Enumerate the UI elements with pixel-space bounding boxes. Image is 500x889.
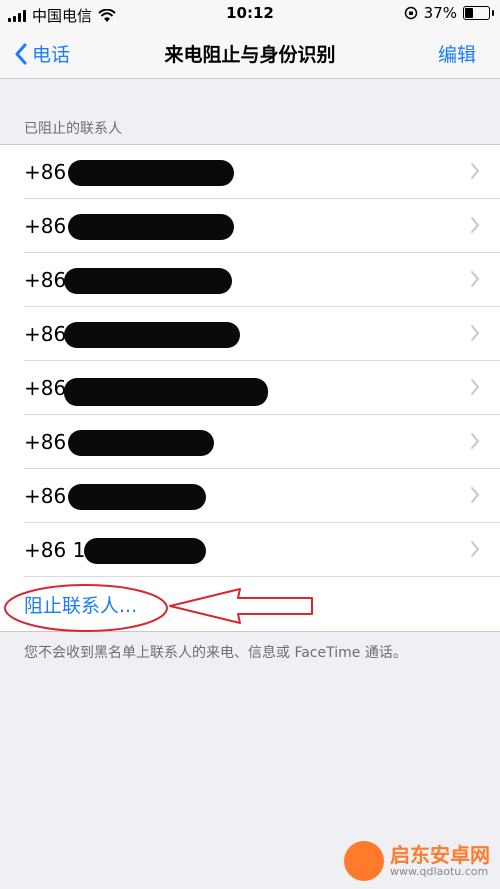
watermark-logo-icon <box>344 841 384 881</box>
chevron-right-icon <box>471 541 480 557</box>
redaction-mark <box>64 378 268 406</box>
watermark-url: www.qdlaotu.com <box>390 864 489 878</box>
chevron-right-icon <box>471 487 480 503</box>
redaction-mark <box>68 214 234 240</box>
chevron-right-icon <box>471 271 480 287</box>
contact-number: +86 <box>24 159 67 184</box>
chevron-right-icon <box>471 433 480 449</box>
blocked-contact-row[interactable]: +86 <box>24 145 500 199</box>
annotation-circle <box>4 584 168 632</box>
footer-note: 您不会收到黑名单上联系人的来电、信息或 FaceTime 通话。 <box>24 645 407 661</box>
contact-number: +86 <box>24 429 67 454</box>
blocked-contact-row[interactable]: +86 <box>24 361 500 415</box>
blocked-contact-row[interactable]: +86 <box>24 469 500 523</box>
blocked-contact-row[interactable]: +86 <box>24 415 500 469</box>
battery-icon <box>463 6 494 20</box>
edit-button[interactable]: 编辑 <box>438 40 476 67</box>
orientation-lock-icon <box>404 6 417 20</box>
battery-percentage: 37% <box>423 4 457 22</box>
blocked-contacts-list: +86 +86 +86 +86 +86 +86 +86 +86 1 阻止联系人. <box>0 144 500 632</box>
blocked-contact-row[interactable]: +86 <box>24 199 500 253</box>
redaction-mark <box>68 160 234 186</box>
contact-number: +86 <box>24 375 67 400</box>
blocked-contact-row[interactable]: +86 <box>24 253 500 307</box>
contact-number: +86 1 <box>24 537 86 562</box>
contact-number: +86 <box>24 321 67 346</box>
redaction-mark <box>68 484 206 510</box>
status-bar: 中国电信 10:12 37% <box>0 0 500 28</box>
contact-number: +86 <box>24 213 67 238</box>
navigation-bar: 电话 来电阻止与身份识别 编辑 <box>0 28 500 79</box>
chevron-right-icon <box>471 217 480 233</box>
blocked-contact-row[interactable]: +86 <box>24 307 500 361</box>
redaction-mark <box>64 268 232 294</box>
redaction-mark <box>84 538 206 564</box>
blocked-contact-row[interactable]: +86 1 <box>24 523 500 577</box>
contact-number: +86 <box>24 267 67 292</box>
chevron-right-icon <box>471 325 480 341</box>
redaction-mark <box>68 430 214 456</box>
contact-number: +86 <box>24 483 67 508</box>
chevron-right-icon <box>471 163 480 179</box>
section-header: 已阻止的联系人 <box>24 121 122 137</box>
chevron-right-icon <box>471 379 480 395</box>
watermark-site-name: 启东安卓网 <box>390 842 490 867</box>
page-title: 来电阻止与身份识别 <box>164 44 336 66</box>
annotation-arrow <box>169 588 313 624</box>
watermark: 启东安卓网 www.qdlaotu.com <box>344 841 490 881</box>
redaction-mark <box>64 322 240 348</box>
